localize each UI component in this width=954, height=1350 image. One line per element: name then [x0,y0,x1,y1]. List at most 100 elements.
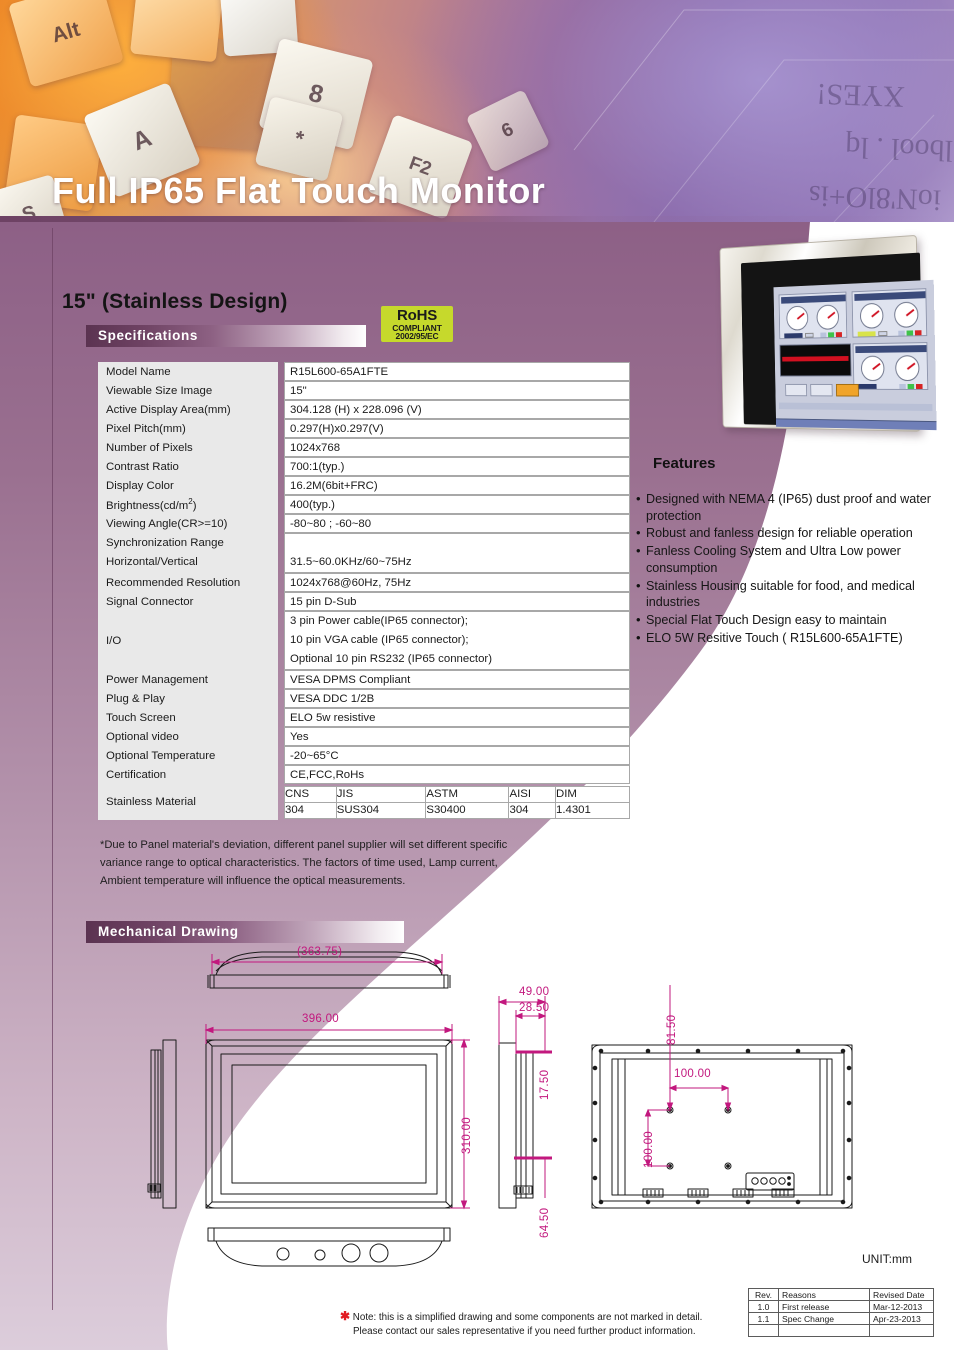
dim-front-height: 310.00 [461,1117,473,1154]
spec-row: Viewable Size Image 15" [98,381,630,400]
dim-side-depth-total: 49.00 [519,986,550,998]
dim-side-depth-inner: 28.50 [519,1002,550,1014]
feature-item: Robust and fanless design for reliable o… [636,524,950,542]
unit-label: UNIT:mm [862,1252,912,1266]
spec-row: Active Display Area(mm) 304.128 (H) x 228… [98,400,630,419]
spec-value: 15 pin D-Sub [284,592,630,611]
spec-row: Pixel Pitch(mm) 0.297(H)x0.297(V) [98,419,630,438]
features-list: Designed with NEMA 4 (IP65) dust proof a… [636,490,950,648]
spec-label: Synchronization Range Horizontal/Vertical [98,533,278,573]
table-row: CNS JIS ASTM AISI DIM [284,785,631,803]
model-size-title: 15" (Stainless Design) [62,290,288,313]
spec-row: Contrast Ratio 700:1(typ.) [98,457,630,476]
spec-value: 1024x768 [284,438,630,457]
spec-row-stainless-material: Stainless Material CNS JIS ASTM AISI DIM 304 SU… [98,784,631,820]
revision-cell [748,1324,779,1337]
spec-row: Number of Pixels 1024x768 [98,438,630,457]
spec-value: 15" [284,381,630,400]
stainless-header-cell: DIM [554,785,631,803]
dim-front-width: 396.00 [302,1013,339,1025]
spec-row: Plug & Play VESA DDC 1/2B [98,689,630,708]
spec-value: VESA DPMS Compliant [284,670,630,689]
note-line-1: Note: this is a simplified drawing and s… [352,1312,703,1323]
revision-cell: 1.0 [748,1300,779,1313]
footnote-line-1: *Due to Panel material's deviation, diff… [100,839,508,851]
spec-value: 31.5~60.0KHz/60~75Hz [284,533,630,573]
spec-label: Active Display Area(mm) [98,400,278,419]
dim-vesa-horizontal: 100.00 [674,1068,711,1080]
stainless-header-cell: CNS [284,785,337,803]
specifications-footnote: *Due to Panel material's deviation, diff… [100,836,620,890]
dim-rear-top-offset: 81.50 [666,1014,678,1045]
drawing-side-view [498,1042,534,1209]
spec-row: I/O 3 pin Power cable(IP65 connector); 10 … [98,611,630,670]
spec-label: Display Color [98,476,278,495]
table-row [748,1324,934,1337]
stainless-value-cell: 304 [508,801,556,819]
feature-item: ELO 5W Resitive Touch ( R15L600-65A1FTE) [636,629,950,647]
spec-label: Power Management [98,670,278,689]
revision-cell [778,1324,870,1337]
product-stainless-bezel [719,234,937,432]
feature-item: Fanless Cooling System and Ultra Low pow… [636,542,950,576]
note-line-2: Please contact our sales representative … [353,1326,696,1338]
spec-value: Yes [284,727,630,746]
mechanical-drawing-area: (363.75) 396.00 310.00 49.00 28.50 17.50… [0,940,954,1320]
table-row: 1.1 Spec Change Apr-23-2013 [748,1312,934,1325]
spec-row: Optional Temperature -20~65°C [98,746,630,765]
spec-row: Brightness(cd/m2) 400(typ.) [98,495,630,514]
footnote-line-2: variance range to optical characteristic… [100,857,498,870]
spec-row: Certification CE,FCC,RoHs [98,765,630,784]
revision-cell: Apr-23-2013 [869,1312,934,1325]
dimension-lines [204,954,732,1210]
dim-side-top-offset: 17.50 [539,1069,551,1100]
spec-label: Optional Temperature [98,746,278,765]
product-screen-bezel [740,252,937,431]
stainless-header-cell: AISI [508,785,556,803]
mechanical-drawing-svg [147,951,853,1267]
note-star-icon: ✱ [340,1309,351,1323]
stainless-value-cell: S30400 [425,801,510,819]
spec-value: R15L600-65A1FTE [284,362,630,381]
revision-cell: Mar-12-2013 [869,1300,934,1313]
spec-label: Brightness(cd/m2) [98,495,278,514]
product-photo [672,228,937,440]
footnote-line-3: Ambient temperature will influence the o… [100,875,406,888]
spec-label: Number of Pixels [98,438,278,457]
spec-row: Signal Connector 15 pin D-Sub [98,592,630,611]
features-heading: Features [653,455,716,472]
revision-header-cell: Rev. [748,1288,779,1301]
spec-value: 1024x768@60Hz, 75Hz [284,573,630,592]
spec-label: I/O [98,611,278,670]
spec-row: Optional video Yes [98,727,630,746]
drawing-bottom-view [207,1227,451,1267]
spec-label: Pixel Pitch(mm) [98,419,278,438]
spec-value: 400(typ.) [284,495,630,514]
spec-label: Touch Screen [98,708,278,727]
spec-label: Recommended Resolution [98,573,278,592]
spec-label: Viewable Size Image [98,381,278,400]
spec-row: Viewing Angle(CR>=10) -80~80 ; -60~80 [98,514,630,533]
drawing-front-view [205,1039,453,1209]
revision-cell: 1.1 [748,1312,779,1325]
drawing-left-side-view [147,1039,177,1209]
section-header-specifications: Specifications [86,325,366,347]
spec-value: 16.2M(6bit+FRC) [284,476,630,495]
stainless-value-cell: 1.4301 [554,801,631,819]
spec-value: ELO 5w resistive [284,708,630,727]
spec-label: Contrast Ratio [98,457,278,476]
stainless-value-cell: 304 [284,801,337,819]
rohs-compliant-badge: RoHS COMPLIANT 2002/95/EC [381,306,453,342]
spec-value: CNS JIS ASTM AISI DIM 304 SUS304 S30400 304 1.430… [284,784,631,820]
spec-label: Certification [98,765,278,784]
revision-header-cell: Reasons [778,1288,870,1301]
spec-row: Touch Screen ELO 5w resistive [98,708,630,727]
spec-value: VESA DDC 1/2B [284,689,630,708]
stainless-value-cell: SUS304 [335,801,427,819]
product-screen-content [773,279,937,431]
stainless-header-cell: ASTM [425,785,510,803]
spec-label: Plug & Play [98,689,278,708]
spec-label: Model Name [98,362,278,381]
spec-row: Recommended Resolution 1024x768@60Hz, 75H… [98,573,630,592]
spec-row: Synchronization Range Horizontal/Vertical… [98,533,630,573]
